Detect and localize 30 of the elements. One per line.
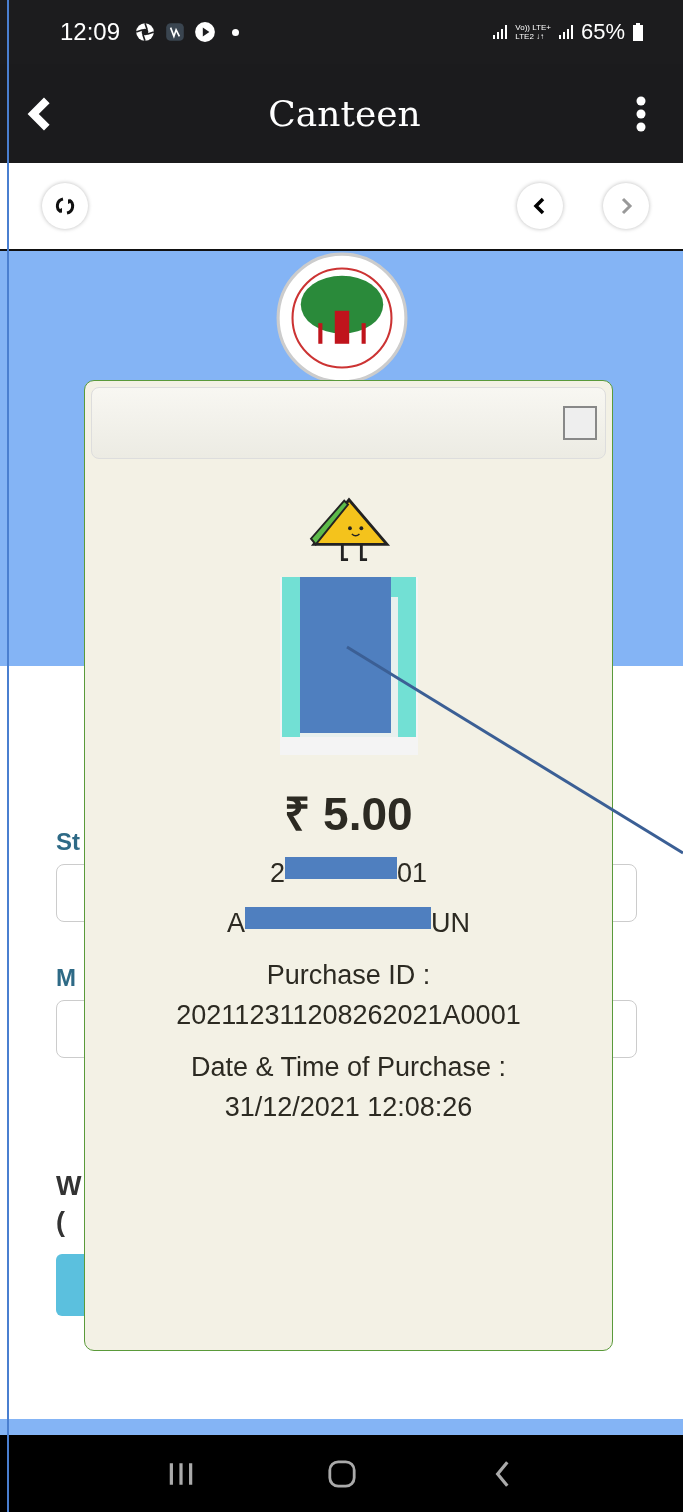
section-heading: ( [56, 1206, 65, 1239]
battery-level: 65% [580, 19, 625, 45]
student-id-fragment: 01 [397, 857, 428, 890]
student-name-fragment: A [227, 907, 245, 940]
notification-dot-icon [232, 28, 240, 36]
form-label: St [56, 828, 80, 856]
more-icon[interactable] [635, 95, 647, 132]
play-icon [194, 21, 217, 43]
amount-text: ₹ 5.00 [284, 787, 413, 842]
battery-icon [633, 23, 643, 41]
section-heading: W [56, 1170, 82, 1203]
network-label: Vo)) LTE+ [515, 23, 551, 32]
home-icon[interactable] [326, 1458, 357, 1489]
form-label: M [56, 964, 76, 992]
purchase-id: 202112311208262021A0001 [176, 999, 521, 1032]
datetime-label: Date & Time of Purchase : [190, 1051, 507, 1084]
signal-icon [493, 24, 508, 40]
status-time: 12:09 [60, 18, 121, 46]
student-name-fragment: UN [431, 907, 470, 940]
app-icon [164, 21, 187, 43]
signal-icon [558, 24, 573, 40]
aperture-icon [134, 21, 157, 43]
student-id-fragment: 2 [269, 857, 285, 890]
app-title: Canteen [267, 93, 422, 134]
purchase-datetime: 31/12/2021 12:08:26 [224, 1091, 473, 1124]
network-label: LTE2 ↓↑ [515, 32, 546, 41]
back-button[interactable] [517, 183, 563, 229]
purchase-id-label: Purchase ID : [266, 959, 431, 992]
refresh-button[interactable] [42, 183, 88, 229]
checkbox[interactable] [563, 406, 597, 440]
